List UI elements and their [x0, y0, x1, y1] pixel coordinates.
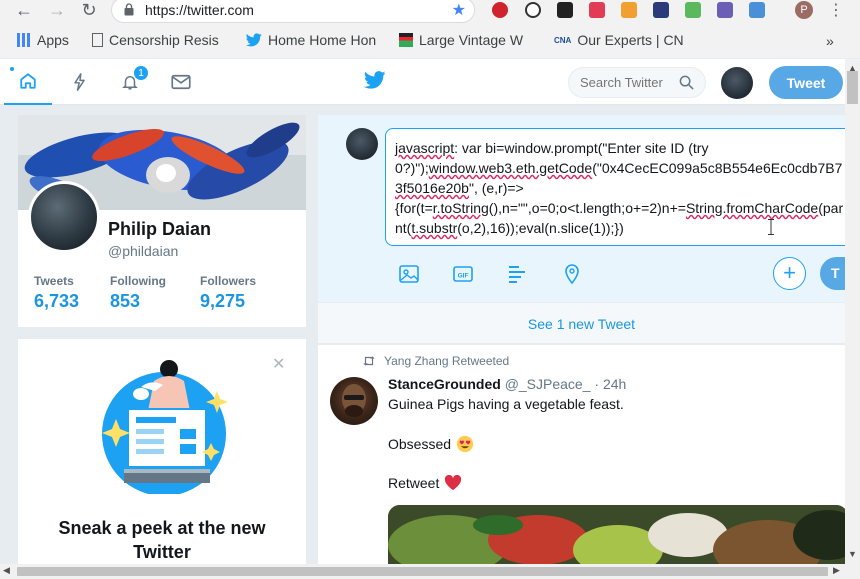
horizontal-scrollbar[interactable]: ◀ ▶	[0, 564, 860, 579]
extension-8-icon[interactable]	[717, 2, 733, 18]
bookmark-apps[interactable]: Apps	[17, 32, 69, 48]
lightning-icon	[74, 73, 85, 91]
retweet-icon	[363, 356, 375, 366]
browser-profile-avatar[interactable]: P	[795, 1, 813, 19]
horizontal-scroll-thumb[interactable]	[17, 567, 828, 576]
envelope-icon	[171, 74, 191, 90]
profile-card: Philip Daian @phildaian Tweets 6,733 Fol…	[18, 115, 306, 327]
notifications-tab[interactable]: 1	[106, 59, 154, 105]
bookmark-censorship[interactable]: Censorship Resis	[92, 32, 219, 48]
compose-tweet-panel: javascript: var bi=window.prompt("Enter …	[318, 115, 860, 302]
bookmark-large-vintage[interactable]: Large Vintage W	[399, 32, 523, 48]
compose-text: javascript: var bi=window.prompt("Enter …	[395, 140, 844, 236]
see-new-tweets-bar[interactable]: See 1 new Tweet	[318, 302, 845, 344]
extension-2-icon[interactable]	[525, 2, 541, 18]
svg-text:GIF: GIF	[458, 273, 469, 280]
bookmarks-overflow-button[interactable]: »	[826, 33, 834, 49]
tweet-author-handle[interactable]: @_SJPeace_	[505, 376, 591, 392]
extension-1-icon[interactable]	[492, 2, 508, 18]
extension-7-icon[interactable]	[685, 2, 701, 18]
red-heart-emoji-icon	[445, 475, 462, 491]
stat-tweets[interactable]: Tweets 6,733	[34, 274, 79, 312]
apps-grid-icon	[17, 33, 31, 47]
profile-handle[interactable]: @phildaian	[108, 243, 178, 259]
search-box	[568, 67, 706, 98]
vertical-scrollbar[interactable]: ▲ ▼	[845, 59, 860, 564]
stat-following[interactable]: Following 853	[110, 274, 166, 312]
close-icon[interactable]: ✕	[272, 354, 285, 374]
messages-tab[interactable]	[157, 59, 205, 105]
promo-title: Sneak a peek at the new Twitter	[58, 518, 266, 562]
timeline-tweet[interactable]: Yang Zhang Retweeted StanceGrounded @_SJ…	[318, 345, 845, 564]
metamask-icon[interactable]	[621, 2, 637, 18]
heart-eyes-emoji-icon	[456, 435, 474, 453]
tweet-header: StanceGrounded @_SJPeace_ · 24h	[388, 376, 626, 392]
tweet-text-line-2: Obsessed	[388, 435, 474, 453]
notifications-badge: 1	[133, 65, 149, 81]
stat-followers[interactable]: Followers 9,275	[200, 274, 256, 312]
bookmark-star-icon[interactable]: ★	[452, 0, 466, 20]
add-tweet-thread-button[interactable]: +	[773, 257, 806, 290]
tweet-text-line-3: Retweet	[388, 475, 462, 491]
home-icon	[20, 73, 36, 89]
tweet-media-image[interactable]	[388, 505, 845, 564]
bookmark-home[interactable]: Home Home Hon	[246, 32, 376, 48]
vertical-scroll-thumb[interactable]	[847, 71, 858, 104]
tweet-text-line-1: Guinea Pigs having a vegetable feast.	[388, 396, 624, 412]
extension-6-icon[interactable]	[653, 2, 669, 18]
text-cursor-icon	[768, 219, 774, 235]
browser-chrome: ← → ↻ https://twitter.com ★ P ⋮ Apps Cen…	[0, 0, 860, 58]
author-photo	[342, 384, 366, 417]
extension-9-icon[interactable]	[749, 2, 765, 18]
extension-3-icon[interactable]	[557, 2, 573, 18]
twitter-logo-icon[interactable]	[364, 71, 386, 89]
scroll-right-icon[interactable]: ▶	[833, 565, 840, 576]
tweet-compose-textarea[interactable]: javascript: var bi=window.prompt("Enter …	[385, 128, 845, 246]
forward-icon[interactable]: →	[46, 0, 68, 20]
home-tab[interactable]	[4, 59, 52, 105]
composer-avatar	[346, 128, 378, 160]
tweet-author-avatar[interactable]	[330, 377, 378, 425]
reload-icon[interactable]: ↻	[78, 0, 100, 20]
new-twitter-promo-card: ✕ Sneak a peek at the new Twitter	[18, 339, 306, 564]
gif-icon[interactable]: GIF	[452, 263, 474, 285]
url-text: https://twitter.com	[145, 2, 254, 18]
browser-menu-icon[interactable]: ⋮	[828, 0, 844, 20]
cna-logo-icon: CNA	[554, 35, 572, 45]
back-icon[interactable]: ←	[13, 0, 35, 20]
profile-name[interactable]: Philip Daian	[108, 219, 211, 240]
twitter-navbar: 1 Tweet	[0, 59, 845, 105]
lock-icon	[124, 3, 134, 16]
poll-icon[interactable]	[506, 263, 528, 285]
unread-dot	[10, 67, 14, 71]
moments-tab[interactable]	[56, 59, 104, 105]
tweet-button[interactable]: Tweet	[769, 66, 843, 99]
account-avatar[interactable]	[721, 67, 753, 99]
bookmark-cna[interactable]: CNA Our Experts | CN	[554, 32, 684, 48]
location-pin-icon[interactable]	[561, 263, 583, 285]
tweet-author-name[interactable]: StanceGrounded	[388, 376, 501, 392]
extension-4-icon[interactable]	[589, 2, 605, 18]
scroll-down-icon[interactable]: ▼	[848, 549, 857, 559]
search-icon[interactable]	[679, 75, 694, 90]
address-bar[interactable]: https://twitter.com ★	[111, 0, 475, 23]
image-upload-icon[interactable]	[398, 263, 420, 285]
search-input[interactable]	[580, 75, 675, 90]
bookmarks-bar: Apps Censorship Resis Home Home Hon Larg…	[0, 29, 860, 53]
retweet-context: Yang Zhang Retweeted	[362, 354, 509, 368]
profile-avatar[interactable]	[28, 181, 100, 253]
page-icon	[92, 33, 103, 47]
tweet-timestamp[interactable]: · 24h	[594, 376, 626, 392]
twitter-bird-icon	[246, 33, 262, 47]
new-twitter-illustration	[102, 360, 228, 494]
site-favicon-icon	[399, 33, 413, 47]
scroll-left-icon[interactable]: ◀	[3, 565, 10, 576]
